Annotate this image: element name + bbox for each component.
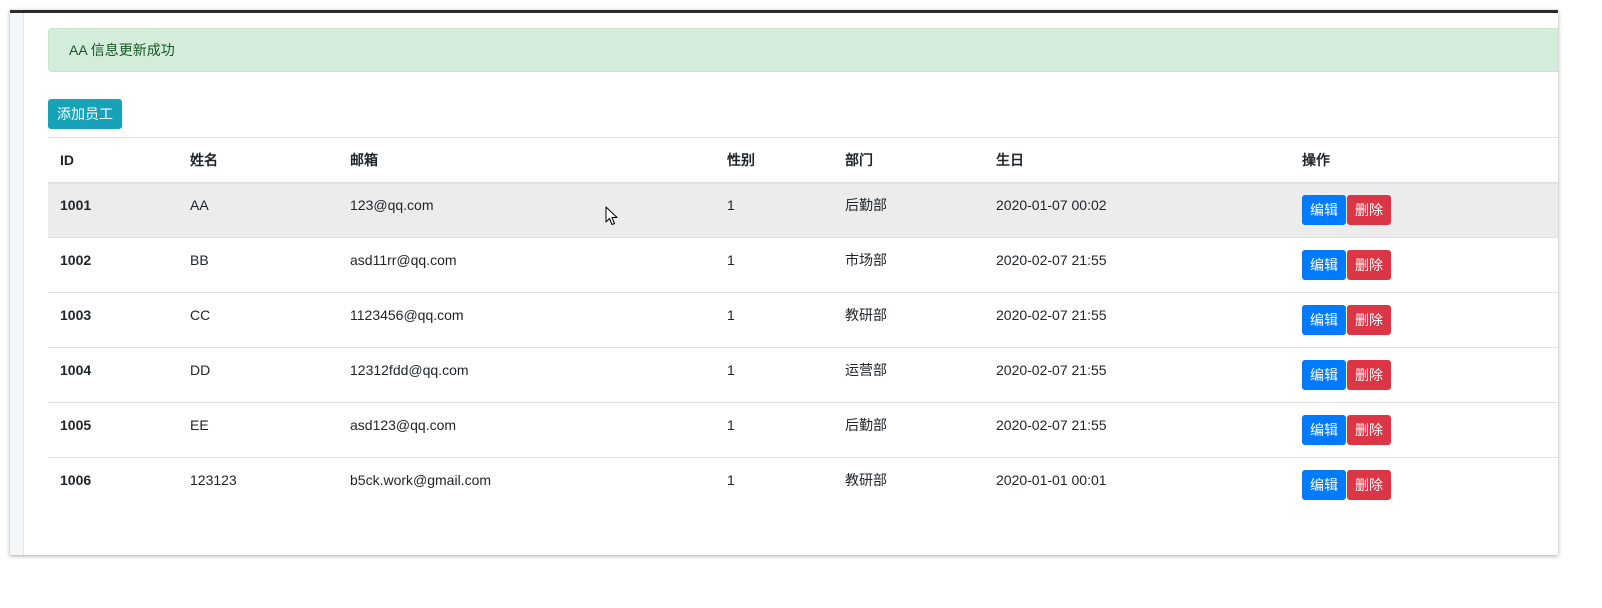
cell-department: 运营部 xyxy=(845,362,887,378)
delete-button[interactable]: 删除 xyxy=(1347,195,1391,226)
mouse-pointer-icon xyxy=(605,206,618,225)
add-employee-button[interactable]: 添加员工 xyxy=(48,99,122,129)
left-sidebar-strip xyxy=(10,13,24,555)
header-email: 邮箱 xyxy=(338,137,715,184)
cell-id: 1003 xyxy=(60,307,92,323)
header-gender: 性别 xyxy=(715,137,833,184)
cell-name: EE xyxy=(190,417,209,433)
cell-birthday: 2020-01-01 00:01 xyxy=(996,472,1107,489)
cell-name: DD xyxy=(190,362,211,378)
cell-department: 市场部 xyxy=(845,252,887,268)
cell-email: 1123456@qq.com xyxy=(350,307,464,323)
cell-name: 123123 xyxy=(190,472,237,489)
table-row: 1002 BB asd11rr@qq.com 1 市场部 2020-02-07 … xyxy=(48,237,1558,293)
edit-button[interactable]: 编辑 xyxy=(1302,360,1346,390)
cell-birthday: 2020-02-07 21:55 xyxy=(996,252,1107,268)
cell-email: asd123@qq.com xyxy=(350,417,457,433)
cell-department: 教研部 xyxy=(845,307,887,323)
edit-button[interactable]: 编辑 xyxy=(1302,250,1346,280)
cell-birthday: 2020-02-07 21:55 xyxy=(996,362,1107,378)
window-top-border xyxy=(10,10,1558,13)
table-row: 1004 DD 12312fdd@qq.com 1 运营部 2020-02-07… xyxy=(48,347,1558,403)
cell-birthday: 2020-02-07 21:55 xyxy=(996,307,1107,323)
cell-email: 123@qq.com xyxy=(350,197,434,214)
table-header-row: ID 姓名 邮箱 性别 部门 生日 操作 xyxy=(48,137,1558,184)
app-window: AA 信息更新成功 添加员工 ID 姓名 邮箱 性别 部门 生日 操作 1001… xyxy=(10,10,1558,555)
cell-gender: 1 xyxy=(727,252,735,268)
cell-gender: 1 xyxy=(727,197,735,214)
table-row: 1001 AA 123@qq.com 1 后勤部 2020-01-07 00:0… xyxy=(48,182,1558,238)
cell-email: 12312fdd@qq.com xyxy=(350,362,469,378)
delete-button[interactable]: 删除 xyxy=(1347,250,1391,280)
cell-gender: 1 xyxy=(727,307,735,323)
cell-department: 后勤部 xyxy=(845,197,887,214)
header-actions: 操作 xyxy=(1290,137,1558,184)
table-row: 1006 123123 b5ck.work@gmail.com 1 教研部 20… xyxy=(48,458,1558,513)
header-id: ID xyxy=(48,137,178,184)
delete-button[interactable]: 删除 xyxy=(1347,415,1391,445)
cell-gender: 1 xyxy=(727,362,735,378)
header-birthday: 生日 xyxy=(984,137,1290,184)
edit-button[interactable]: 编辑 xyxy=(1302,305,1346,335)
employee-table: ID 姓名 邮箱 性别 部门 生日 操作 1001 AA 123@qq.com … xyxy=(48,137,1558,513)
edit-button[interactable]: 编辑 xyxy=(1302,195,1346,226)
cell-email: b5ck.work@gmail.com xyxy=(350,472,492,489)
delete-button[interactable]: 删除 xyxy=(1347,470,1391,501)
cell-id: 1006 xyxy=(60,472,92,489)
cell-id: 1001 xyxy=(60,197,92,214)
success-alert: AA 信息更新成功 xyxy=(48,28,1558,72)
header-department: 部门 xyxy=(833,137,984,184)
cell-id: 1005 xyxy=(60,417,92,433)
header-name: 姓名 xyxy=(178,137,338,184)
cell-gender: 1 xyxy=(727,417,735,433)
alert-message: AA 信息更新成功 xyxy=(69,42,175,58)
edit-button[interactable]: 编辑 xyxy=(1302,470,1346,501)
cell-name: BB xyxy=(190,252,209,268)
cell-birthday: 2020-01-07 00:02 xyxy=(996,197,1107,214)
cell-department: 后勤部 xyxy=(845,417,887,433)
cell-id: 1002 xyxy=(60,252,92,268)
cell-name: AA xyxy=(190,197,209,214)
edit-button[interactable]: 编辑 xyxy=(1302,415,1346,445)
cell-name: CC xyxy=(190,307,211,323)
delete-button[interactable]: 删除 xyxy=(1347,360,1391,390)
table-row: 1005 EE asd123@qq.com 1 后勤部 2020-02-07 2… xyxy=(48,402,1558,458)
cell-department: 教研部 xyxy=(845,472,887,489)
cell-gender: 1 xyxy=(727,472,735,489)
table-row: 1003 CC 1123456@qq.com 1 教研部 2020-02-07 … xyxy=(48,292,1558,348)
cell-email: asd11rr@qq.com xyxy=(350,252,457,268)
cell-birthday: 2020-02-07 21:55 xyxy=(996,417,1107,433)
cell-id: 1004 xyxy=(60,362,92,378)
delete-button[interactable]: 删除 xyxy=(1347,305,1391,335)
